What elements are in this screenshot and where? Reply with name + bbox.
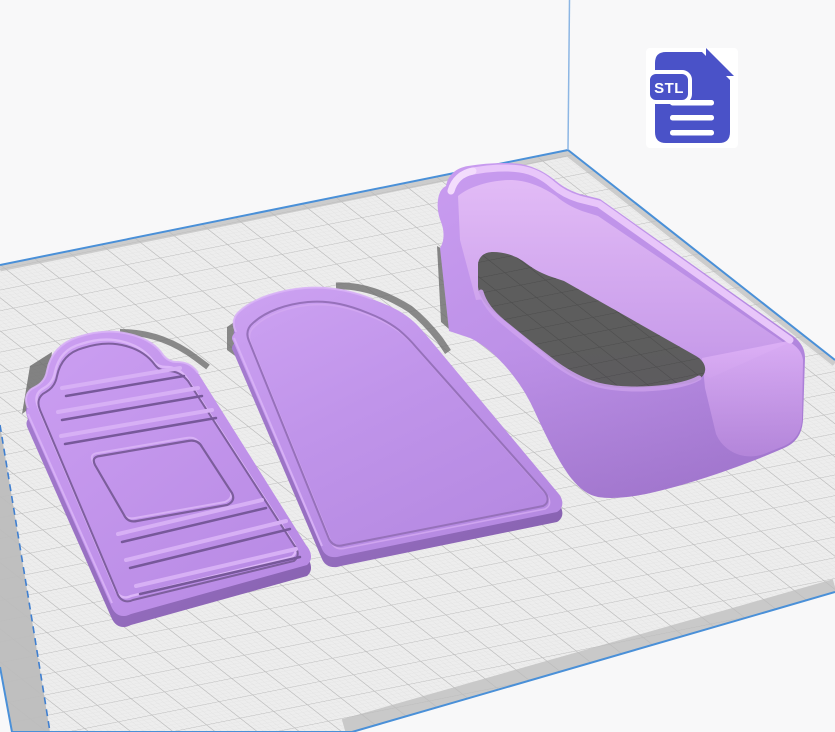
slicer-viewport[interactable]: STL [0,0,835,732]
text-line [670,115,714,121]
stl-document-icon: STL [646,48,738,148]
document-fold-corner [706,48,734,76]
stl-label: STL [654,80,684,97]
build-volume-vertical-edge [568,0,570,150]
text-line [670,130,714,136]
stl-file-badge: STL [646,48,738,148]
document-text-lines [670,100,714,136]
